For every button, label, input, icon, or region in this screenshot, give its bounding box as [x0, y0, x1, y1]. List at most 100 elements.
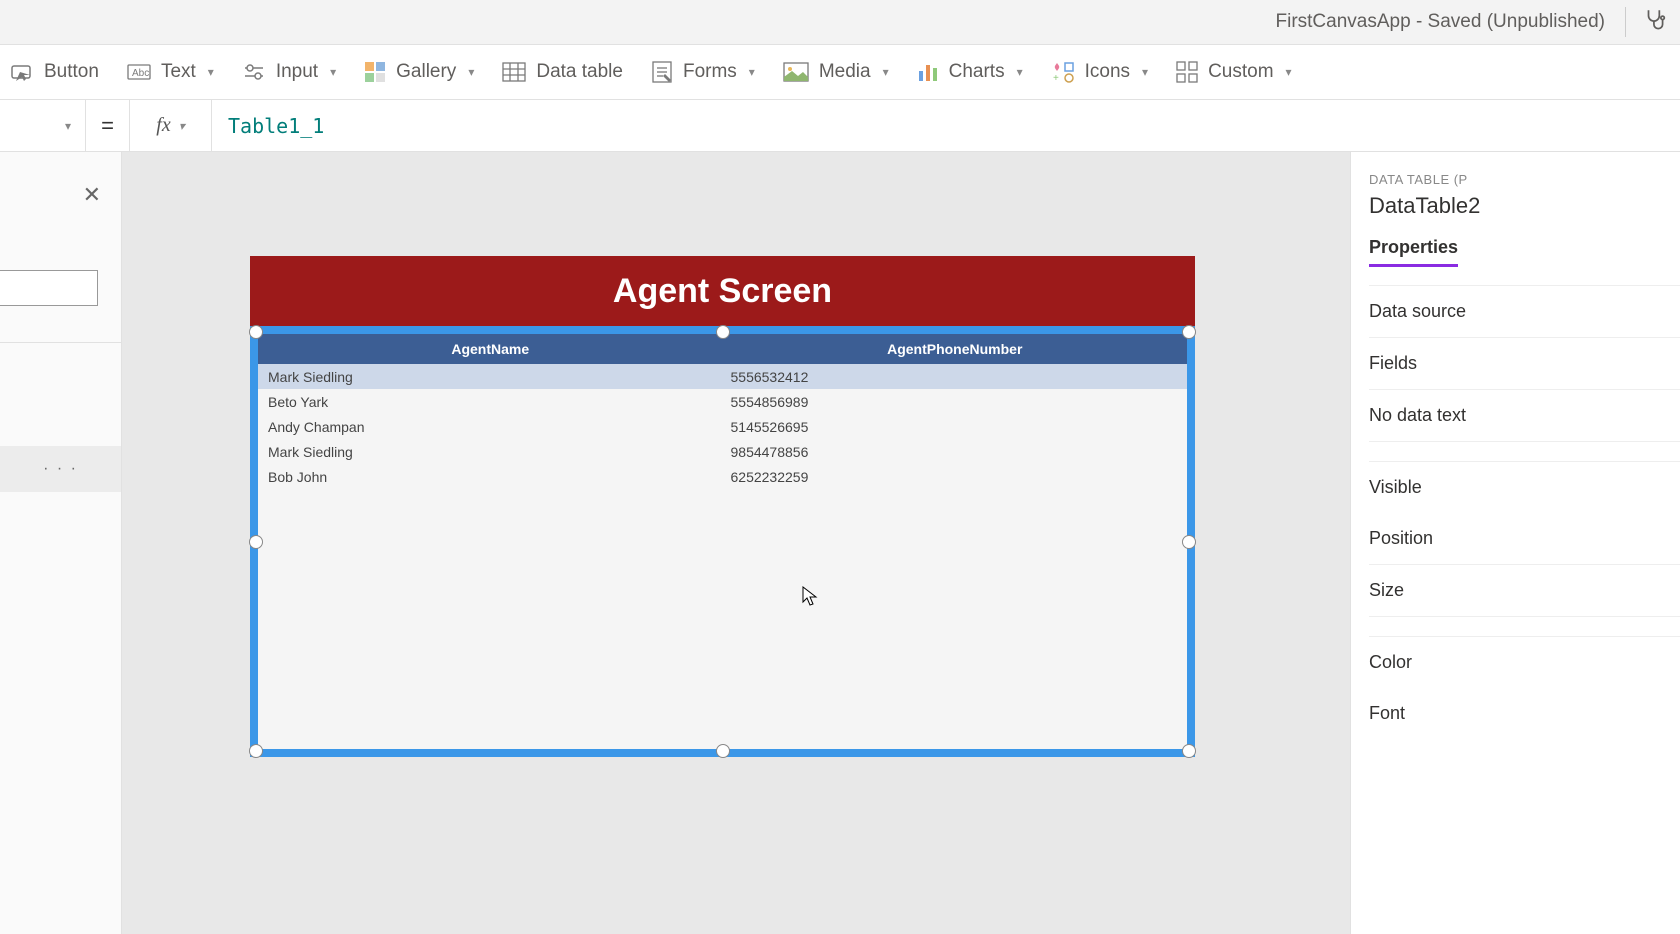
formula-input[interactable]: Table1_1 — [212, 114, 1680, 138]
cell-phone: 9854478856 — [725, 444, 1188, 460]
chevron-down-icon: ▾ — [1017, 65, 1023, 79]
fx-button[interactable]: fx ▾ — [130, 100, 212, 151]
resize-handle-bl[interactable] — [249, 744, 263, 758]
custom-icon — [1176, 61, 1198, 83]
svg-text:+: + — [1053, 73, 1059, 83]
charts-icon — [917, 61, 939, 83]
resize-handle-mr[interactable] — [1182, 535, 1196, 549]
custom-insert[interactable]: Custom ▾ — [1176, 61, 1292, 83]
svg-text:Abc: Abc — [132, 68, 149, 79]
property-selector[interactable]: ▾ — [0, 100, 86, 151]
forms-insert[interactable]: Forms ▾ — [651, 60, 755, 84]
button-label: Button — [44, 61, 99, 83]
prop-fields[interactable]: Fields — [1369, 337, 1680, 389]
resize-handle-tr[interactable] — [1182, 325, 1196, 339]
tree-item-selected[interactable]: · · · — [0, 446, 121, 492]
resize-handle-br[interactable] — [1182, 744, 1196, 758]
table-row[interactable]: Mark Siedling 5556532412 — [258, 364, 1187, 389]
prop-visible[interactable]: Visible — [1369, 461, 1680, 513]
chevron-down-icon: ▾ — [1286, 65, 1292, 79]
resize-handle-tc[interactable] — [716, 325, 730, 339]
datatable-control[interactable]: AgentName AgentPhoneNumber Mark Siedling… — [250, 326, 1195, 757]
prop-color[interactable]: Color — [1369, 636, 1680, 688]
title-bar: FirstCanvasApp - Saved (Unpublished) — [0, 0, 1680, 44]
control-type-caption: DATA TABLE (P — [1369, 172, 1680, 187]
custom-label: Custom — [1208, 61, 1273, 83]
input-icon — [242, 62, 266, 82]
table-row[interactable]: Andy Champan 5145526695 — [258, 414, 1187, 439]
tab-properties[interactable]: Properties — [1369, 237, 1458, 267]
chevron-down-icon: ▾ — [1142, 65, 1148, 79]
panel-divider — [0, 342, 121, 343]
title-divider — [1625, 7, 1626, 37]
table-empty-area — [258, 489, 1187, 749]
gallery-insert[interactable]: Gallery ▾ — [364, 61, 474, 83]
main-area: ✕ · · · Agent Screen AgentName AgentPhon… — [0, 152, 1680, 934]
diagnostics-icon[interactable] — [1642, 7, 1668, 38]
cell-phone: 5556532412 — [725, 369, 1188, 385]
charts-insert[interactable]: Charts ▾ — [917, 61, 1023, 83]
fx-label: fx — [156, 114, 170, 137]
prop-size[interactable]: Size — [1369, 564, 1680, 616]
close-icon[interactable]: ✕ — [83, 182, 101, 208]
cell-phone: 6252232259 — [725, 469, 1188, 485]
media-label: Media — [819, 61, 871, 83]
table-row[interactable]: Beto Yark 5554856989 — [258, 389, 1187, 414]
table-body: Mark Siedling 5556532412 Beto Yark 55548… — [258, 364, 1187, 489]
cell-name: Beto Yark — [258, 394, 725, 410]
table-row[interactable]: Mark Siedling 9854478856 — [258, 439, 1187, 464]
ellipsis-icon[interactable]: · · · — [43, 460, 78, 478]
chevron-down-icon: ▾ — [208, 65, 214, 79]
cell-phone: 5554856989 — [725, 394, 1188, 410]
media-insert[interactable]: Media ▾ — [783, 61, 889, 83]
search-input[interactable] — [0, 270, 98, 306]
text-label: Text — [161, 61, 196, 83]
screen-frame: Agent Screen AgentName AgentPhoneNumber … — [250, 256, 1195, 757]
forms-label: Forms — [683, 61, 737, 83]
properties-panel: DATA TABLE (P DataTable2 Properties Data… — [1350, 152, 1680, 934]
datatable-icon — [502, 62, 526, 82]
datatable-label: Data table — [536, 61, 623, 83]
chevron-down-icon: ▾ — [749, 65, 755, 79]
resize-handle-bc[interactable] — [716, 744, 730, 758]
formula-bar: ▾ = fx ▾ Table1_1 — [0, 100, 1680, 152]
text-icon: Abc — [127, 62, 151, 82]
app-title: FirstCanvasApp - Saved (Unpublished) — [1276, 11, 1606, 33]
datatable-insert[interactable]: Data table — [502, 61, 623, 83]
gallery-label: Gallery — [396, 61, 456, 83]
icons-insert[interactable]: + Icons ▾ — [1051, 61, 1148, 83]
resize-handle-ml[interactable] — [249, 535, 263, 549]
canvas[interactable]: Agent Screen AgentName AgentPhoneNumber … — [122, 152, 1350, 934]
charts-label: Charts — [949, 61, 1005, 83]
chevron-down-icon: ▾ — [179, 119, 185, 133]
text-insert[interactable]: Abc Text ▾ — [127, 61, 214, 83]
equals-sign: = — [86, 100, 130, 151]
col-header-name[interactable]: AgentName — [258, 341, 723, 357]
insert-ribbon: Button Abc Text ▾ Input ▾ Gallery ▾ Data… — [0, 44, 1680, 100]
button-icon — [10, 61, 34, 83]
prop-no-data-text[interactable]: No data text — [1369, 389, 1680, 441]
input-label: Input — [276, 61, 318, 83]
chevron-down-icon: ▾ — [330, 65, 336, 79]
prop-data-source[interactable]: Data source — [1369, 285, 1680, 337]
button-insert[interactable]: Button — [10, 61, 99, 83]
prop-font[interactable]: Font — [1369, 688, 1680, 739]
table-row[interactable]: Bob John 6252232259 — [258, 464, 1187, 489]
cell-name: Mark Siedling — [258, 444, 725, 460]
panel-divider — [1369, 441, 1680, 461]
forms-icon — [651, 60, 673, 84]
control-name[interactable]: DataTable2 — [1369, 193, 1680, 219]
tree-view-panel: ✕ · · · — [0, 152, 122, 934]
cell-name: Mark Siedling — [258, 369, 725, 385]
cell-name: Bob John — [258, 469, 725, 485]
media-icon — [783, 62, 809, 82]
input-insert[interactable]: Input ▾ — [242, 61, 336, 83]
gallery-icon — [364, 61, 386, 83]
cell-name: Andy Champan — [258, 419, 725, 435]
resize-handle-tl[interactable] — [249, 325, 263, 339]
prop-position[interactable]: Position — [1369, 513, 1680, 564]
screen-title: Agent Screen — [250, 256, 1195, 326]
panel-divider — [1369, 616, 1680, 636]
col-header-phone[interactable]: AgentPhoneNumber — [723, 341, 1188, 357]
chevron-down-icon: ▾ — [468, 65, 474, 79]
